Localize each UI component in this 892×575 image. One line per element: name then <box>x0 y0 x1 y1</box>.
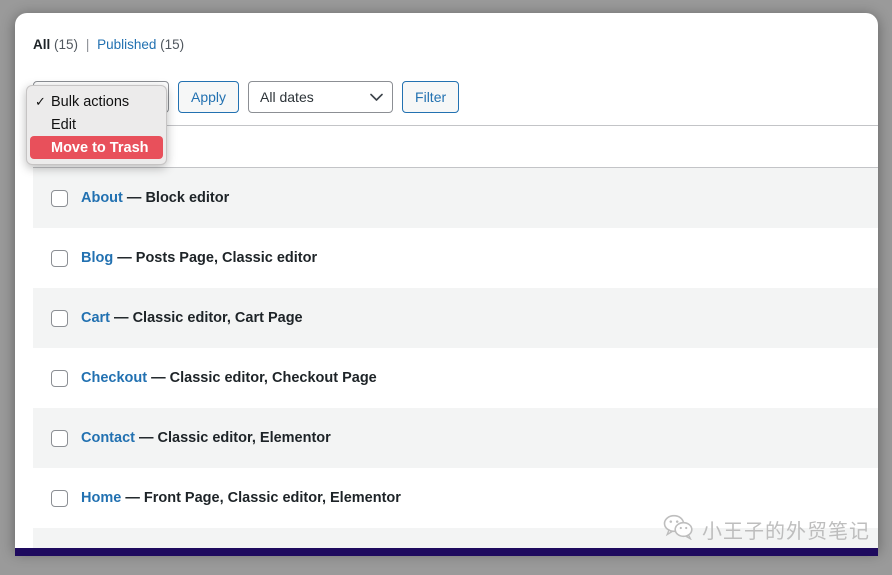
watermark-text: 小王子的外贸笔记 <box>702 519 870 543</box>
dates-select-value: All dates <box>260 89 314 105</box>
page-title-link[interactable]: Cart <box>81 310 110 326</box>
row-select-checkbox[interactable] <box>50 189 68 207</box>
row-select-checkbox[interactable] <box>50 369 68 387</box>
filter-count-published: (15) <box>160 37 185 52</box>
apply-button[interactable]: Apply <box>178 81 240 113</box>
row-dash: — <box>125 490 140 506</box>
row-select-checkbox[interactable] <box>50 309 68 327</box>
page-title-link[interactable]: Home <box>81 490 121 506</box>
row-title-cell: Contact — Classic editor, Elementor <box>81 430 331 446</box>
row-select-checkbox[interactable] <box>50 429 68 447</box>
row-select-checkbox[interactable] <box>50 249 68 267</box>
admin-bottom-bar <box>15 548 878 556</box>
wechat-logo-icon <box>663 514 695 545</box>
row-title-cell: Blog — Posts Page, Classic editor <box>81 250 317 266</box>
filter-separator: | <box>85 37 90 52</box>
bulk-menu-item[interactable]: ✓ Bulk actions <box>30 90 163 113</box>
filter-count-all: (15) <box>54 37 79 52</box>
filter-button[interactable]: Filter <box>402 81 460 113</box>
filter-link-published[interactable]: Published <box>97 37 156 52</box>
watermark: 小王子的外贸笔记 <box>663 514 870 545</box>
dates-select-shell: All dates <box>248 81 394 113</box>
table-row[interactable]: Checkout — Classic editor, Checkout Page <box>33 348 878 408</box>
row-dash: — <box>139 430 154 446</box>
bulk-menu-item-label: Bulk actions <box>51 93 130 110</box>
row-meta: Block editor <box>145 190 230 206</box>
dates-select[interactable]: All dates <box>248 81 394 113</box>
row-select-cell <box>33 189 81 207</box>
page-title-link[interactable]: About <box>81 190 123 206</box>
row-meta: Classic editor, Cart Page <box>132 310 303 326</box>
bulk-menu-item-label: Edit <box>51 116 76 133</box>
row-select-cell <box>33 369 81 387</box>
chevron-down-icon <box>370 89 383 105</box>
row-select-cell <box>33 249 81 267</box>
row-select-cell <box>33 309 81 327</box>
bulk-actions-dropdown-menu[interactable]: ✓ Bulk actions Edit Move to Trash <box>26 85 167 165</box>
row-dash: — <box>114 310 129 326</box>
status-filter-links: All (15) | Published (15) <box>33 37 184 52</box>
row-dash: — <box>151 370 166 386</box>
row-dash: — <box>126 190 142 206</box>
table-row[interactable]: About — Block editor <box>33 168 878 228</box>
row-meta: Front Page, Classic editor, Elementor <box>143 490 401 506</box>
table-row[interactable]: Cart — Classic editor, Cart Page <box>33 288 878 348</box>
row-select-cell <box>33 489 81 507</box>
checkmark-icon: ✓ <box>35 93 46 109</box>
bulk-menu-item-label: Move to Trash <box>51 139 149 156</box>
table-row[interactable]: Contact — Classic editor, Elementor <box>33 408 878 468</box>
row-title-cell: Cart — Classic editor, Cart Page <box>81 310 303 326</box>
row-title-cell: Checkout — Classic editor, Checkout Page <box>81 370 377 386</box>
page-title-link[interactable]: Blog <box>81 250 113 266</box>
row-title-cell: About — Block editor <box>81 190 229 206</box>
row-title-cell: Home — Front Page, Classic editor, Eleme… <box>81 490 401 506</box>
row-meta: Classic editor, Checkout Page <box>169 370 377 386</box>
bulk-menu-item[interactable]: Move to Trash <box>30 136 163 159</box>
row-meta: Posts Page, Classic editor <box>135 250 318 266</box>
page-title-link[interactable]: Checkout <box>81 370 147 386</box>
pages-table: About — Block editor Blog — Posts Page, C… <box>33 125 878 551</box>
table-body: About — Block editor Blog — Posts Page, C… <box>33 168 878 551</box>
row-meta: Classic editor, Elementor <box>157 430 331 446</box>
row-dash: — <box>117 250 132 266</box>
filter-link-all[interactable]: All <box>33 37 50 52</box>
table-row[interactable]: Blog — Posts Page, Classic editor <box>33 228 878 288</box>
row-select-checkbox[interactable] <box>50 489 68 507</box>
row-select-cell <box>33 429 81 447</box>
bulk-menu-item[interactable]: Edit <box>30 113 163 136</box>
page-title-link[interactable]: Contact <box>81 430 135 446</box>
